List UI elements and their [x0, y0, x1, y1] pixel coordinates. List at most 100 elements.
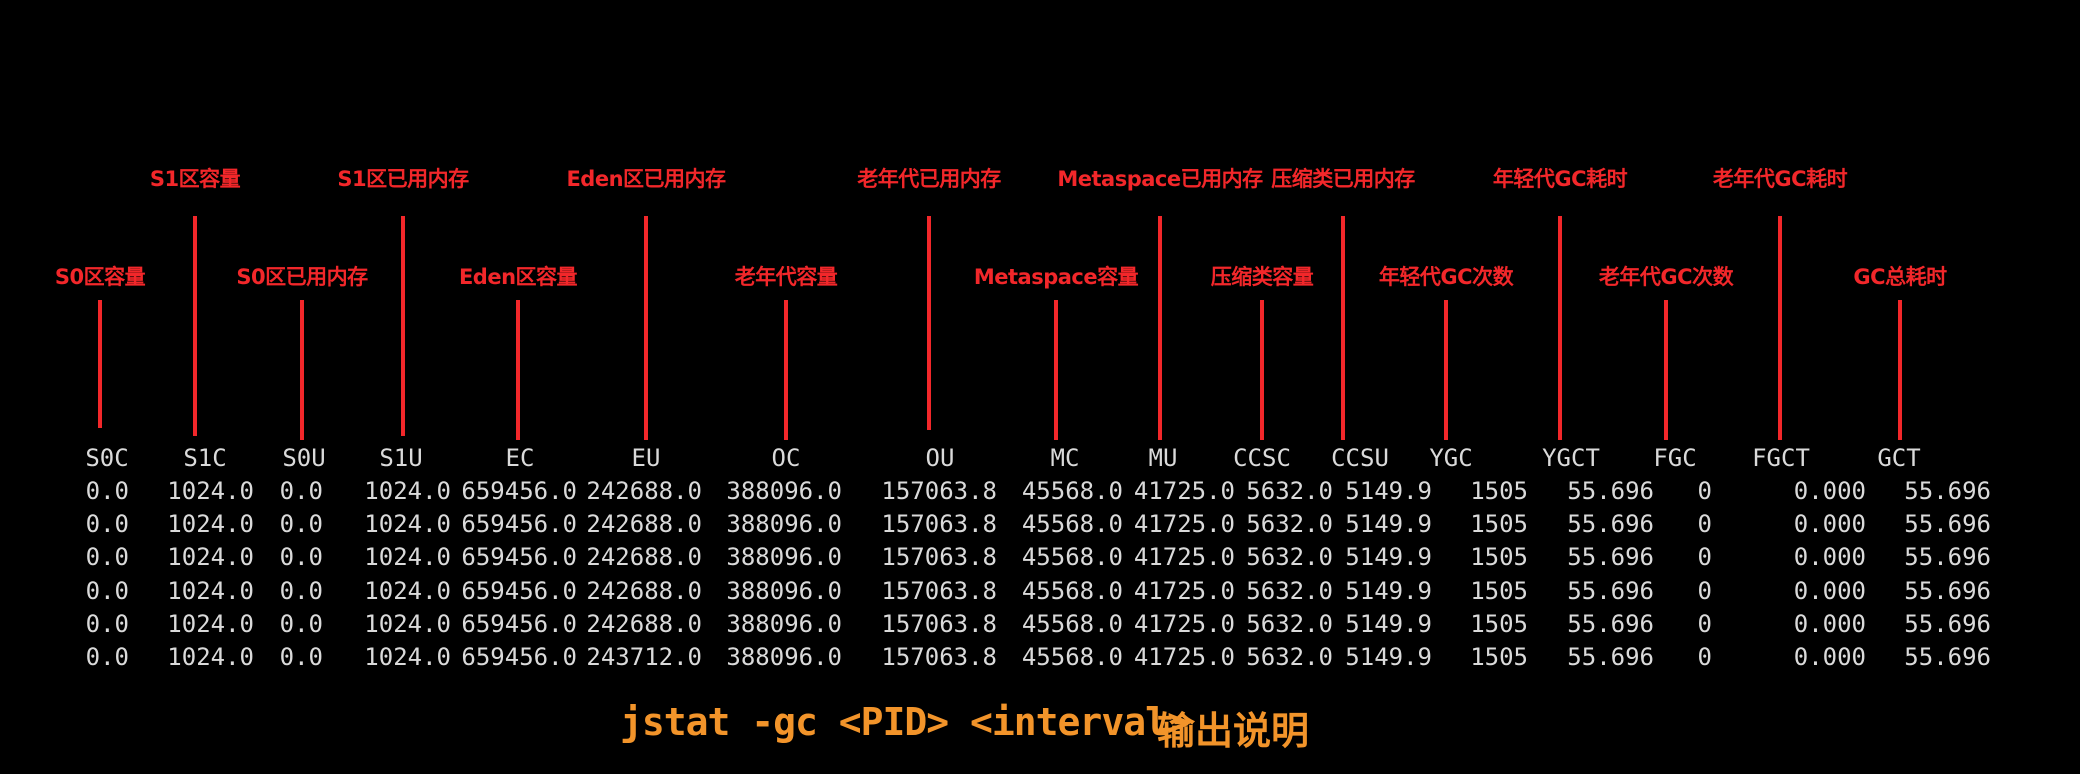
column-header-s1u: S1U [379, 444, 423, 472]
annotation-line-eu [644, 216, 648, 440]
table-cell-ccsc: 5632.0 [1246, 543, 1333, 572]
annotation-label-eu: Eden区已用内存 [566, 167, 726, 191]
annotation-line-mc [1054, 300, 1058, 440]
table-cell-ec: 659456.0 [461, 576, 577, 605]
annotation-label-mc: Metaspace容量 [973, 265, 1139, 289]
annotation-line-ygct [1558, 216, 1562, 440]
annotation-label-ccsu: 压缩类已用内存 [1271, 167, 1415, 191]
table-cell-ec: 659456.0 [461, 477, 577, 505]
table-cell-s1u: 1024.0 [364, 576, 451, 605]
table-cell-s0u: 0.0 [279, 510, 323, 539]
column-header-mc: MC [1050, 444, 1080, 472]
annotation-label-ec: Eden区容量 [458, 265, 578, 289]
table-cell-ygc: 1505 [1470, 543, 1528, 572]
table-cell-ccsc: 5632.0 [1246, 609, 1333, 638]
column-header-gct: GCT [1877, 444, 1921, 472]
table-cell-fgc: 0 [1697, 510, 1712, 539]
table-cell-ccsc: 5632.0 [1246, 477, 1333, 505]
table-cell-ou: 157063.8 [881, 643, 997, 671]
table-cell-oc: 388096.0 [726, 643, 842, 671]
table-cell-gct: 55.696 [1904, 609, 1991, 638]
table-cell-mu: 41725.0 [1133, 543, 1235, 572]
table-cell-fgc: 0 [1697, 576, 1712, 605]
annotation-line-fgc [1664, 300, 1668, 440]
table-cell-s1c: 1024.0 [167, 576, 254, 605]
table-cell-eu: 242688.0 [586, 477, 702, 505]
table-cell-ou: 157063.8 [881, 543, 997, 572]
annotation-line-s0c [98, 300, 102, 428]
table-cell-s1u: 1024.0 [364, 477, 451, 505]
table-cell-ygc: 1505 [1470, 576, 1528, 605]
table-cell-ccsu: 5149.9 [1345, 477, 1432, 505]
table-cell-ou: 157063.8 [881, 576, 997, 605]
table-cell-s0c: 0.0 [85, 576, 129, 605]
column-header-ygct: YGCT [1542, 444, 1600, 472]
table-cell-s0u: 0.0 [279, 643, 323, 671]
table-cell-ygc: 1505 [1470, 643, 1528, 671]
annotation-label-fgct: 老年代GC耗时 [1712, 167, 1848, 191]
table-cell-ec: 659456.0 [461, 543, 577, 572]
table-cell-gct: 55.696 [1904, 543, 1991, 572]
table-cell-ygct: 55.696 [1567, 477, 1654, 505]
table-cell-ygc: 1505 [1470, 609, 1528, 638]
table-cell-ec: 659456.0 [461, 643, 577, 671]
annotation-label-ccsc: 压缩类容量 [1210, 265, 1314, 289]
table-cell-mc: 45568.0 [1021, 543, 1123, 572]
table-cell-s1c: 1024.0 [167, 543, 254, 572]
column-header-fgc: FGC [1653, 444, 1697, 472]
annotation-line-ccsc [1260, 300, 1264, 440]
table-cell-eu: 243712.0 [586, 643, 702, 671]
table-cell-mc: 45568.0 [1021, 576, 1123, 605]
table-cell-ccsc: 5632.0 [1246, 510, 1333, 539]
annotation-line-s0u [300, 300, 304, 440]
table-cell-ygct: 55.696 [1567, 543, 1654, 572]
table-cell-oc: 388096.0 [726, 477, 842, 505]
table-cell-s1c: 1024.0 [167, 510, 254, 539]
annotation-label-ou: 老年代已用内存 [857, 167, 1001, 191]
column-header-ygc: YGC [1429, 444, 1473, 472]
table-cell-mu: 41725.0 [1133, 477, 1235, 505]
table-cell-fgct: 0.000 [1793, 543, 1866, 572]
table-cell-ygc: 1505 [1470, 510, 1528, 539]
annotation-line-s1c [193, 216, 197, 436]
annotation-label-s1u: S1区已用内存 [337, 167, 469, 191]
table-cell-mu: 41725.0 [1133, 576, 1235, 605]
annotation-line-gct [1898, 300, 1902, 440]
table-cell-ccsu: 5149.9 [1345, 609, 1432, 638]
table-cell-ccsc: 5632.0 [1246, 576, 1333, 605]
column-header-oc: OC [771, 444, 801, 472]
table-cell-s1u: 1024.0 [364, 510, 451, 539]
annotation-label-mu: Metaspace已用内存 [1057, 167, 1263, 191]
table-cell-eu: 242688.0 [586, 576, 702, 605]
table-cell-oc: 388096.0 [726, 576, 842, 605]
annotation-label-gct: GC总耗时 [1853, 265, 1947, 289]
table-cell-fgct: 0.000 [1793, 510, 1866, 539]
annotation-label-ygc: 年轻代GC次数 [1378, 265, 1514, 289]
column-header-mu: MU [1148, 444, 1178, 472]
annotation-label-ygct: 年轻代GC耗时 [1492, 167, 1628, 191]
table-cell-ccsu: 5149.9 [1345, 576, 1432, 605]
annotation-label-s0c: S0区容量 [54, 265, 146, 289]
caption-description: 输出说明 [1157, 709, 1310, 753]
table-cell-ygc: 1505 [1470, 477, 1528, 505]
annotation-line-fgct [1778, 216, 1782, 440]
caption-command: jstat -gc <PID> <interval> [620, 700, 1190, 744]
table-cell-eu: 242688.0 [586, 609, 702, 638]
table-cell-s1c: 1024.0 [167, 477, 254, 505]
annotation-line-ccsu [1341, 216, 1345, 440]
table-cell-s1u: 1024.0 [364, 609, 451, 638]
table-cell-s0c: 0.0 [85, 510, 129, 539]
table-cell-s0u: 0.0 [279, 609, 323, 638]
column-header-s1c: S1C [183, 444, 227, 472]
table-cell-oc: 388096.0 [726, 609, 842, 638]
annotation-line-ou [927, 216, 931, 430]
table-cell-ccsu: 5149.9 [1345, 643, 1432, 671]
table-cell-ec: 659456.0 [461, 609, 577, 638]
table-cell-oc: 388096.0 [726, 543, 842, 572]
annotation-line-oc [784, 300, 788, 440]
table-cell-ygct: 55.696 [1567, 576, 1654, 605]
table-cell-s1u: 1024.0 [364, 543, 451, 572]
table-cell-fgct: 0.000 [1793, 477, 1866, 505]
table-cell-s0c: 0.0 [85, 543, 129, 572]
table-cell-ou: 157063.8 [881, 510, 997, 539]
